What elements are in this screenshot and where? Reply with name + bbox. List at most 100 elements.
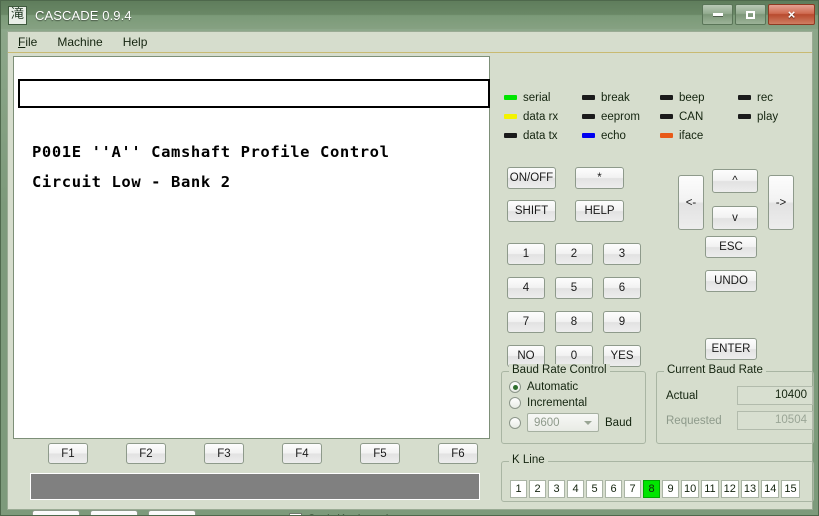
kline-cell-2[interactable]: 2 xyxy=(529,480,546,498)
led-can: CAN xyxy=(660,107,738,126)
led-rec-label: rec xyxy=(757,91,773,104)
play-button[interactable]: PLAY xyxy=(90,510,138,515)
led-serial: serial xyxy=(504,88,582,107)
key-2[interactable]: 2 xyxy=(555,243,593,265)
baud-manual-radio[interactable] xyxy=(509,416,521,429)
grab-keyboard-checkbox[interactable] xyxy=(289,512,302,515)
menu-item-machine[interactable]: Machine xyxy=(47,33,112,51)
key-5[interactable]: 5 xyxy=(555,277,593,299)
requested-baud-label: Requested xyxy=(666,414,722,427)
led-beep-label: beep xyxy=(679,91,705,104)
arrow-down-button[interactable]: v xyxy=(712,206,758,230)
led-rec-icon xyxy=(738,95,751,100)
key-6[interactable]: 6 xyxy=(603,277,641,299)
kline-cell-9[interactable]: 9 xyxy=(662,480,679,498)
kline-cell-5[interactable]: 5 xyxy=(586,480,603,498)
command-entry-input[interactable] xyxy=(18,79,490,108)
kline-cell-7[interactable]: 7 xyxy=(624,480,641,498)
led-play-icon xyxy=(738,114,751,119)
baud-automatic-option[interactable]: Automatic xyxy=(509,381,645,393)
actual-baud-value: 10400 xyxy=(737,386,813,405)
onoff-button[interactable]: ON/OFF xyxy=(507,167,556,189)
arrow-left-button[interactable]: <- xyxy=(678,175,704,230)
menu-item-file[interactable]: File xyxy=(8,33,47,51)
led-beep: beep xyxy=(660,88,738,107)
grab-keyboard-control[interactable]: Grab Keyboard xyxy=(289,512,388,515)
maximize-button[interactable] xyxy=(735,4,766,25)
key-8[interactable]: 8 xyxy=(555,311,593,333)
baud-incremental-radio[interactable] xyxy=(509,397,521,409)
kline-title: K Line xyxy=(509,454,548,466)
minimize-button[interactable] xyxy=(702,4,733,25)
kline-cell-4[interactable]: 4 xyxy=(567,480,584,498)
actual-baud-label: Actual xyxy=(666,389,698,402)
led-beep-icon xyxy=(660,95,673,100)
dtc-message-text: P001E ''A'' Camshaft Profile Control Cir… xyxy=(32,143,390,191)
led-can-icon xyxy=(660,114,673,119)
f4-button[interactable]: F4 xyxy=(282,443,322,464)
actual-baud-row: Actual 10400 xyxy=(666,386,813,405)
baud-manual-select[interactable]: 9600 xyxy=(527,413,599,432)
stop-button[interactable]: STOP xyxy=(148,510,196,515)
key-3[interactable]: 3 xyxy=(603,243,641,265)
kline-cell-3[interactable]: 3 xyxy=(548,480,565,498)
led-indicator-grid: serial break beep rec data rx eeprom CAN… xyxy=(504,88,814,145)
f6-button[interactable]: F6 xyxy=(438,443,478,464)
arrow-right-button[interactable]: -> xyxy=(768,175,794,230)
baud-manual-option[interactable]: 9600 Baud xyxy=(509,413,645,432)
led-iface-label: iface xyxy=(679,129,704,142)
undo-button[interactable]: UNDO xyxy=(705,270,757,292)
f3-button[interactable]: F3 xyxy=(204,443,244,464)
led-play-label: play xyxy=(757,110,779,123)
kline-cell-14[interactable]: 14 xyxy=(761,480,780,498)
f1-button[interactable]: F1 xyxy=(48,443,88,464)
requested-baud-value: 10504 xyxy=(737,411,813,430)
led-data-tx-icon xyxy=(504,133,517,138)
key-1[interactable]: 1 xyxy=(507,243,545,265)
led-rec: rec xyxy=(738,88,816,107)
current-baud-rate-group: Current Baud Rate Actual 10400 Requested… xyxy=(656,364,814,444)
kline-cell-6[interactable]: 6 xyxy=(605,480,622,498)
led-break-icon xyxy=(582,95,595,100)
led-data-rx: data rx xyxy=(504,107,582,126)
arrow-up-button[interactable]: ^ xyxy=(712,169,758,193)
window-controls: × xyxy=(702,4,815,25)
key-7[interactable]: 7 xyxy=(507,311,545,333)
kline-cell-10[interactable]: 10 xyxy=(681,480,700,498)
f5-button[interactable]: F5 xyxy=(360,443,400,464)
key-9[interactable]: 9 xyxy=(603,311,641,333)
kline-cell-8[interactable]: 8 xyxy=(643,480,660,498)
star-button[interactable]: * xyxy=(575,167,624,189)
help-button[interactable]: HELP xyxy=(575,200,624,222)
minimize-icon xyxy=(712,13,723,16)
rec-button[interactable]: REC xyxy=(32,510,80,515)
baud-incremental-option[interactable]: Incremental xyxy=(509,397,645,409)
current-baud-rate-title: Current Baud Rate xyxy=(664,364,766,376)
baud-manual-label: Baud xyxy=(605,416,632,429)
client-area: File Machine Help P001E ''A'' Camshaft P… xyxy=(7,31,814,515)
led-echo-icon xyxy=(582,133,595,138)
baud-incremental-label: Incremental xyxy=(527,397,588,409)
kline-cell-1[interactable]: 1 xyxy=(510,480,527,498)
led-eeprom: eeprom xyxy=(582,107,660,126)
led-iface: iface xyxy=(660,126,738,145)
kline-cell-15[interactable]: 15 xyxy=(781,480,800,498)
shift-button[interactable]: SHIFT xyxy=(507,200,556,222)
transport-controls: REC PLAY STOP xyxy=(32,510,196,515)
kline-cell-12[interactable]: 12 xyxy=(720,480,739,498)
key-4[interactable]: 4 xyxy=(507,277,545,299)
baud-automatic-radio[interactable] xyxy=(509,381,521,393)
led-play: play xyxy=(738,107,816,126)
f2-button[interactable]: F2 xyxy=(126,443,166,464)
kline-cell-11[interactable]: 11 xyxy=(701,480,719,498)
close-button[interactable]: × xyxy=(768,4,815,25)
led-data-tx: data tx xyxy=(504,126,582,145)
baud-rate-control-title: Baud Rate Control xyxy=(509,364,610,376)
chevron-down-icon xyxy=(584,421,592,425)
led-can-label: CAN xyxy=(679,110,704,123)
kline-cell-13[interactable]: 13 xyxy=(740,480,760,498)
enter-button[interactable]: ENTER xyxy=(705,338,757,360)
led-eeprom-icon xyxy=(582,114,595,119)
menu-item-help[interactable]: Help xyxy=(113,33,158,51)
esc-button[interactable]: ESC xyxy=(705,236,757,258)
